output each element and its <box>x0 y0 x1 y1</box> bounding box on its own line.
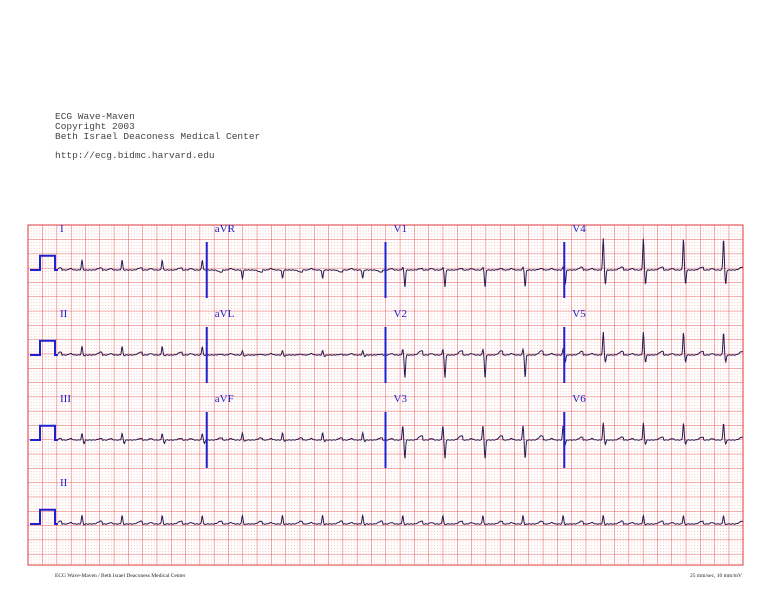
lead-label-v5: V5 <box>572 308 586 320</box>
lead-label-v2: V2 <box>394 308 407 320</box>
footer-left: ECG Wave-Maven / Beth Israel Deaconess M… <box>55 573 186 579</box>
lead-label-v6: V6 <box>572 393 586 405</box>
footer-right: 25 mm/sec, 10 mm/mV <box>690 573 742 579</box>
lead-label-avl: aVL <box>215 308 235 320</box>
lead-label-v4: V4 <box>572 223 586 235</box>
lead-label-v3: V3 <box>394 393 408 405</box>
lead-label-i: I <box>60 223 64 235</box>
lead-label-v1: V1 <box>394 223 407 235</box>
lead-label-avf: aVF <box>215 393 234 405</box>
ecg-page: ECG Wave-Maven Copyright 2003 Beth Israe… <box>0 0 768 594</box>
lead-label-ii: II <box>60 477 68 489</box>
lead-label-avr: aVR <box>215 223 236 235</box>
lead-label-iii: III <box>60 393 71 405</box>
ecg-chart: IaVR V1 V4 II aVL V2 V5 III aVF V3 V6 II <box>27 223 744 566</box>
lead-label-ii: II <box>60 308 68 320</box>
